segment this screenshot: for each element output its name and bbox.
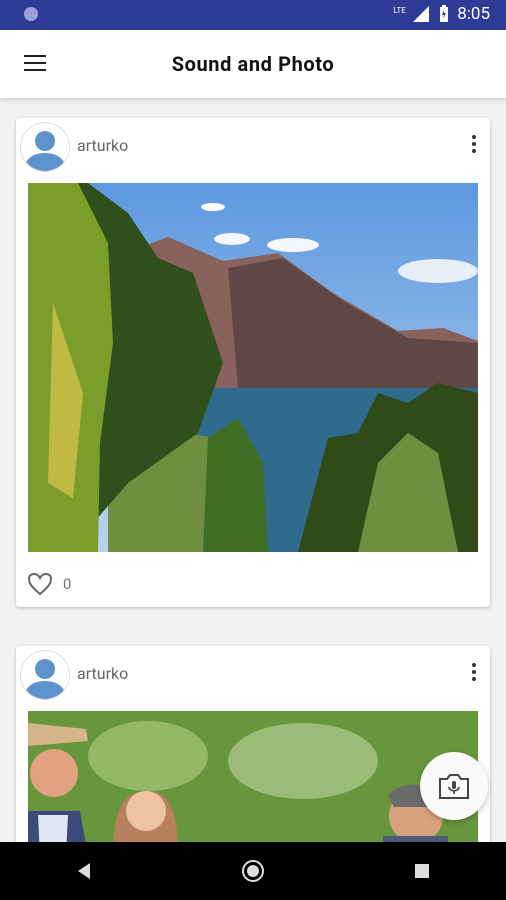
page-title: Sound and Photo — [171, 52, 335, 76]
system-nav-bar — [0, 842, 506, 900]
signal-icon: LTE — [393, 4, 431, 24]
status-bar: LTE 8:05 — [0, 0, 506, 30]
camera-audio-icon — [439, 774, 469, 799]
like-count: 0 — [63, 575, 72, 593]
clock: 8:05 — [457, 4, 490, 24]
home-icon[interactable] — [233, 851, 273, 891]
post-card: arturko — [16, 646, 490, 856]
back-icon[interactable] — [64, 851, 104, 891]
like-button[interactable]: 0 — [27, 572, 71, 596]
record-photo-button[interactable] — [420, 752, 488, 820]
app-bar: Sound and Photo — [0, 30, 506, 98]
post-username[interactable]: arturko — [77, 136, 128, 155]
recents-icon[interactable] — [402, 851, 442, 891]
more-options-icon[interactable] — [471, 135, 477, 155]
notification-dot-icon — [24, 7, 38, 21]
status-icons: LTE 8:05 — [393, 4, 490, 24]
network-label: LTE — [393, 6, 406, 15]
battery-icon — [440, 5, 449, 22]
post-username[interactable]: arturko — [77, 664, 128, 683]
post-photo[interactable] — [28, 183, 478, 552]
post-card: arturko 0 — [16, 118, 490, 607]
avatar[interactable] — [20, 122, 70, 172]
heart-icon — [27, 572, 53, 596]
post-photo[interactable] — [28, 711, 478, 856]
more-options-icon[interactable] — [471, 663, 477, 683]
avatar[interactable] — [20, 650, 70, 700]
